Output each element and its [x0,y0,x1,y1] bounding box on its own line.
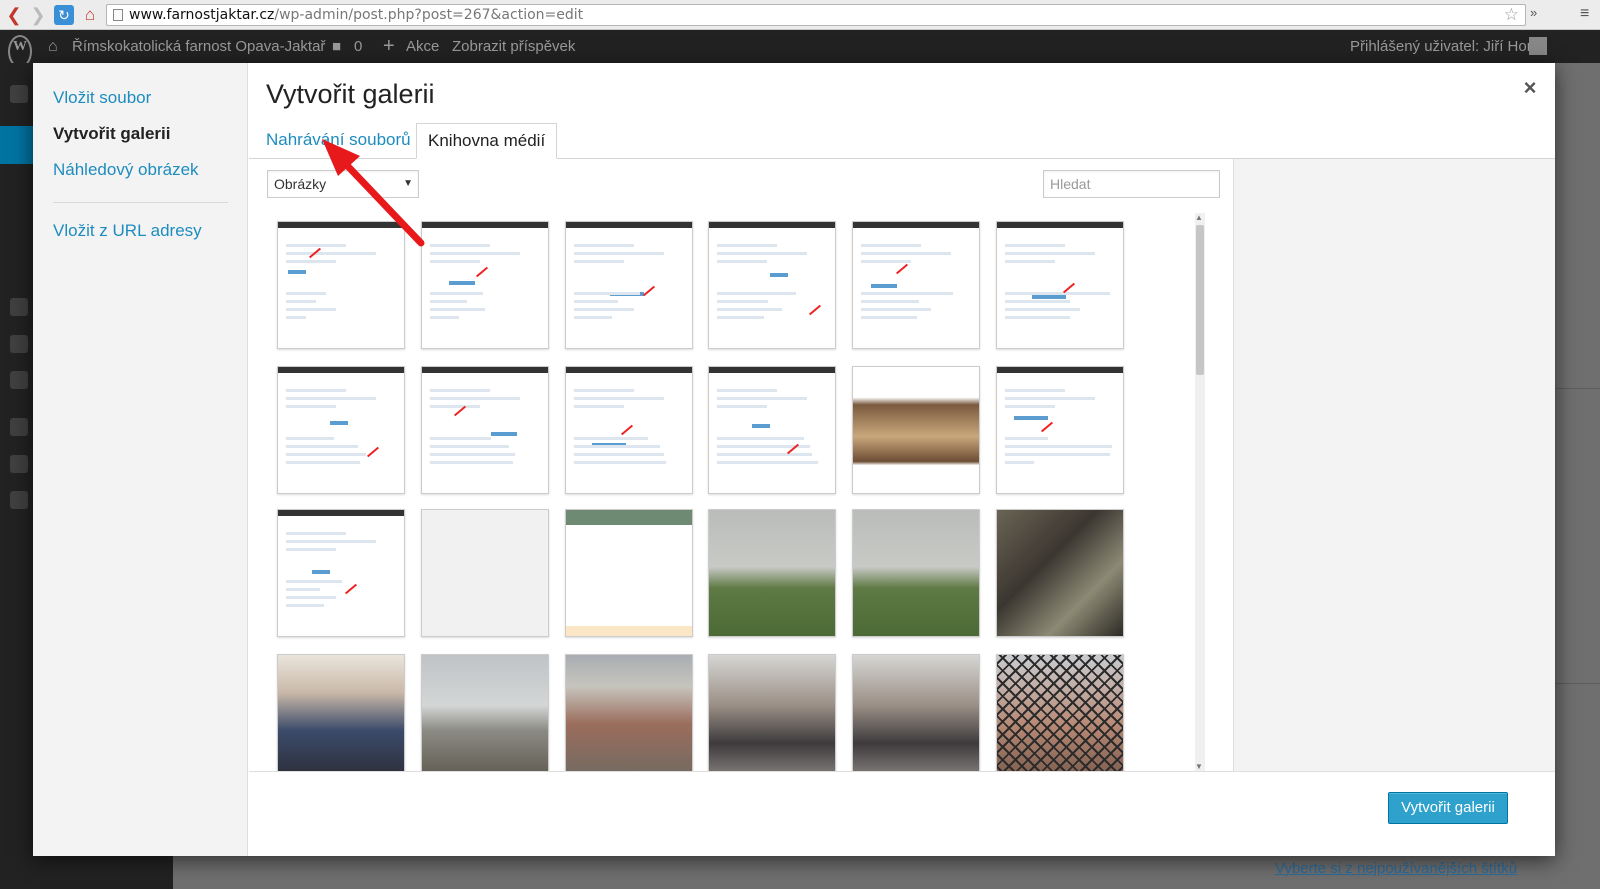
site-name-link[interactable]: Římskokatolická farnost Opava-Jaktař [72,30,325,63]
media-icon [10,298,28,316]
attachment-thumbnail[interactable] [852,221,980,349]
avatar[interactable] [1529,37,1547,55]
menu-separator [53,202,228,203]
tab-media-library[interactable]: Knihovna médií [416,123,558,159]
browser-menu-icon[interactable]: ≡ [1580,5,1589,23]
create-gallery-button[interactable]: Vytvořit galerii [1388,792,1508,824]
attachment-thumbnail[interactable] [421,654,549,771]
attachment-thumbnail[interactable] [708,366,836,494]
page-icon [113,9,123,21]
home-icon[interactable]: ⌂ [80,5,100,25]
scrollbar-thumb[interactable] [1196,225,1204,375]
plus-icon: + [383,35,395,57]
attachment-thumbnail[interactable] [852,509,980,637]
attachment-thumbnail[interactable] [421,366,549,494]
attachment-thumbnail[interactable] [277,221,405,349]
media-modal: Vložit soubor Vytvořit galerii Náhledový… [33,63,1555,856]
grid-scrollbar[interactable]: ▲ ▼ [1195,213,1205,771]
tab-upload-files[interactable]: Nahrávání souborů [266,123,411,159]
attachments-grid [249,209,1233,771]
reload-icon[interactable]: ↻ [54,5,74,25]
attachment-thumbnail[interactable] [708,509,836,637]
attachment-thumbnail[interactable] [708,654,836,771]
close-icon[interactable]: × [1517,75,1543,101]
attachment-thumbnail[interactable] [421,509,549,637]
attachment-details-sidebar [1233,159,1555,771]
attachment-thumbnail[interactable] [996,654,1124,771]
dashboard-icon [10,85,28,103]
browser-toolbar: ❮ ❯ ↻ ⌂ www.farnostjaktar.cz/wp-admin/po… [0,0,1600,30]
attachment-thumbnail[interactable] [421,221,549,349]
editor-right-strip [1555,63,1600,856]
search-input[interactable] [1043,170,1220,198]
user-greeting[interactable]: Přihlášený uživatel: Jiří Hon [1350,30,1535,63]
attachment-thumbnail[interactable] [852,654,980,771]
menu-insert-file[interactable]: Vložit soubor [53,88,151,108]
attachment-thumbnail[interactable] [565,221,693,349]
admin-side-menu [0,63,33,889]
scroll-up-icon[interactable]: ▲ [1195,213,1203,222]
back-icon[interactable]: ❮ [4,5,24,25]
attachment-thumbnail[interactable] [277,509,405,637]
tools-icon [10,455,28,473]
attachment-thumbnail[interactable] [708,221,836,349]
menu-insert-from-url[interactable]: Vložit z URL adresy [53,221,202,241]
attachment-thumbnail[interactable] [852,366,980,494]
dropdown-arrow-icon: ▼ [403,178,413,189]
media-type-filter[interactable]: Obrázky ▼ [267,170,419,198]
address-bar[interactable]: www.farnostjaktar.cz/wp-admin/post.php?p… [106,4,1526,26]
comment-icon: ■ [332,38,342,55]
scroll-down-icon[interactable]: ▼ [1195,762,1203,771]
attachment-thumbnail[interactable] [996,366,1124,494]
attachment-thumbnail[interactable] [565,654,693,771]
filter-selected-value: Obrázky [274,176,327,192]
house-icon: ⌂ [48,38,58,55]
wp-admin-bar: W ⌂ Římskokatolická farnost Opava-Jaktař… [0,30,1600,68]
menu-featured-image[interactable]: Náhledový obrázek [53,160,199,180]
comments-count[interactable]: 0 [354,30,362,63]
menu-create-gallery[interactable]: Vytvořit galerii [53,124,170,144]
attachment-thumbnail[interactable] [277,654,405,771]
admin-menu-bottom [33,856,173,889]
view-post-link[interactable]: Zobrazit příspěvek [452,30,575,63]
attachment-thumbnail[interactable] [996,509,1124,637]
modal-title: Vytvořit galerii [266,79,435,109]
extensions-more-icon[interactable]: » [1530,5,1537,20]
new-item-link[interactable]: Akce [406,30,439,63]
attachment-thumbnail[interactable] [996,221,1124,349]
forward-icon[interactable]: ❯ [28,5,48,25]
posts-menu-active [0,126,33,164]
url-path: /wp-admin/post.php?post=267&action=edit [274,7,584,23]
media-modal-menu: Vložit soubor Vytvořit galerii Náhledový… [33,63,248,856]
modal-toolbar [249,771,1555,856]
comments-icon [10,371,28,389]
attachment-thumbnail[interactable] [277,366,405,494]
attachment-thumbnail[interactable] [565,366,693,494]
pages-icon [10,335,28,353]
users-icon [10,418,28,436]
url-host: www.farnostjaktar.cz [129,7,275,23]
bookmark-star-icon[interactable]: ☆ [1504,5,1519,25]
collapse-icon [10,491,28,509]
popular-tags-link[interactable]: Vyberte si z nejpoužívanějších štítků [1275,860,1517,877]
attachment-thumbnail[interactable] [565,509,693,637]
